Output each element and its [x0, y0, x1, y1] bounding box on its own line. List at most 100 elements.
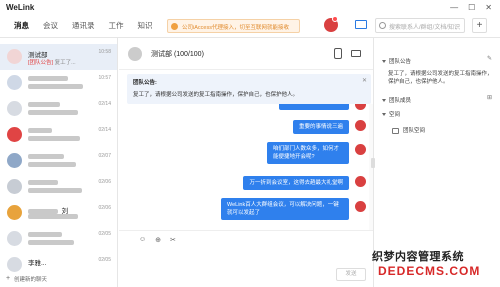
avatar [7, 49, 22, 64]
chat-title: 测试部 (100/100) [151, 51, 204, 58]
screen-share-icon[interactable] [355, 20, 367, 29]
avatar [7, 127, 22, 142]
list-item[interactable]: 10:57 [0, 70, 117, 96]
message-list: 重要的事情说三遍 咱们部门人数众多，如何才能便捷地开会呢? 万一折到会议室，这得… [119, 104, 373, 230]
title-bar: WeLink — ☐ ✕ [0, 0, 500, 14]
conversation-name [28, 231, 62, 238]
tab-contacts[interactable]: 通讯录 [72, 20, 95, 31]
conversation-time: 02/14 [98, 101, 111, 107]
conversation-time: 10:57 [98, 75, 111, 81]
window-controls: — ☐ ✕ [450, 3, 492, 12]
message-bubble[interactable]: 重要的事情说三遍 [292, 120, 349, 134]
conversation-preview [28, 110, 78, 116]
conversation-time: 02/06 [98, 205, 111, 211]
search-icon [379, 22, 386, 29]
avatar [7, 205, 22, 220]
message-bubble[interactable]: 咱们部门人数众多，如何才能便捷地开会呢? [267, 142, 349, 164]
section-members[interactable]: 团队成员 [382, 96, 411, 104]
phone-icon[interactable] [334, 48, 342, 59]
panel-collapse-handle[interactable] [371, 158, 375, 168]
avatar [7, 257, 22, 272]
section-announcement[interactable]: 团队公告 [382, 57, 411, 65]
conversation-name: 李雅... [28, 260, 47, 267]
announcement-content: 复工了，请根据公司发送的复工指南操作，保护自己，也保护他人。 [388, 71, 493, 85]
list-item[interactable]: 02/14 [0, 122, 117, 148]
avatar [355, 176, 366, 187]
tab-knowledge[interactable]: 知识 [138, 20, 153, 31]
add-button[interactable]: + [472, 18, 487, 33]
search-input[interactable]: 搜索联系人/群组/文档/知识 [375, 18, 465, 33]
close-button[interactable]: ✕ [485, 3, 492, 12]
list-item[interactable]: _刘 02/06 [0, 200, 117, 226]
message-composer[interactable]: ☺ ⊕ ✂ 发送 [119, 230, 373, 287]
conversation-name [28, 179, 58, 186]
video-icon[interactable] [351, 50, 361, 57]
team-space-item[interactable]: 团队空间 [392, 126, 425, 134]
list-item[interactable]: 测试部 [团队公告] 复工了... 10:58 [0, 44, 117, 70]
notice-banner[interactable]: 公司iAccess代理接入，切至互联网就能接收 [167, 19, 300, 33]
announcement-banner[interactable]: 团队公告: 复工了，请根据公司发送的复工指南操作，保护自己，也保护他人。 ✕ [127, 74, 371, 104]
add-member-icon[interactable]: ⊞ [487, 94, 492, 101]
watermark-text-cn: 织梦内容管理系统 [372, 251, 464, 263]
avatar [7, 75, 22, 90]
conversation-name [28, 127, 52, 134]
list-item[interactable]: 李雅... 02/05 [0, 252, 117, 272]
avatar [7, 101, 22, 116]
main-tabs: 消息 会议 通讯录 工作 知识 [14, 20, 153, 31]
tab-messages[interactable]: 消息 [14, 20, 29, 31]
send-button[interactable]: 发送 [336, 268, 366, 281]
edit-icon[interactable]: ✎ [487, 55, 492, 62]
attach-icon[interactable]: ⊕ [155, 236, 161, 244]
conversation-preview [28, 214, 78, 220]
section-space[interactable]: 空间 [382, 110, 400, 118]
announcement-text: 复工了，请根据公司发送的复工指南操作，保护自己，也保护他人。 [133, 92, 299, 98]
conversation-name [28, 153, 64, 160]
conversation-name [28, 75, 68, 82]
announcement-title: 团队公告: [133, 80, 157, 86]
search-placeholder: 搜索联系人/群组/文档/知识 [389, 25, 461, 31]
notice-text: 公司iAccess代理接入，切至互联网就能接收 [182, 25, 289, 31]
maximize-button[interactable]: ☐ [468, 3, 475, 12]
minimize-button[interactable]: — [450, 3, 458, 12]
message-bubble[interactable]: 万一折到会议室，这得去趟最大礼堂啊 [243, 176, 349, 190]
info-icon [171, 23, 178, 30]
tab-work[interactable]: 工作 [109, 20, 124, 31]
conversation-time: 02/14 [98, 127, 111, 133]
conversation-time: 02/05 [98, 257, 111, 263]
avatar [7, 231, 22, 246]
avatar [7, 153, 22, 168]
notification-badge [332, 16, 338, 22]
conversation-preview [28, 188, 82, 194]
create-chat-label: 创建新的聊天 [14, 277, 48, 283]
list-item[interactable]: 02/14 [0, 96, 117, 122]
avatar [128, 47, 142, 61]
chat-header: 测试部 (100/100) [119, 38, 373, 70]
avatar [7, 179, 22, 194]
close-icon[interactable]: ✕ [362, 77, 367, 84]
watermark-text-en: DEDECMS.COM [378, 264, 481, 278]
conversation-preview [28, 136, 80, 142]
conversation-preview [28, 240, 74, 246]
composer-toolbar: ☺ ⊕ ✂ [139, 236, 176, 244]
conversation-preview: [团队公告] 复工了... [28, 60, 76, 66]
conversation-list: 测试部 [团队公告] 复工了... 10:58 10:57 02/14 02/1… [0, 38, 118, 287]
plus-icon: + [6, 275, 11, 282]
folder-icon [392, 127, 399, 134]
conversation-name [28, 101, 60, 108]
message-bubble[interactable]: WeLink百人大群组会议，可以解决问题，一键就可以发起了 [221, 198, 349, 220]
create-chat-button[interactable]: + 创建新的聊天 [0, 275, 117, 287]
emoji-icon[interactable]: ☺ [139, 236, 146, 244]
avatar [355, 120, 366, 131]
list-item[interactable]: 02/05 [0, 226, 117, 252]
message-bubble[interactable] [279, 104, 349, 110]
conversation-preview [28, 84, 83, 90]
conversation-time: 02/06 [98, 179, 111, 185]
app-title: WeLink [6, 2, 35, 12]
conversation-time: 10:58 [98, 49, 111, 55]
avatar [355, 201, 366, 212]
list-item[interactable]: 02/06 [0, 174, 117, 200]
screenshot-icon[interactable]: ✂ [170, 236, 176, 244]
list-item[interactable]: 02/07 [0, 148, 117, 174]
avatar [355, 104, 366, 110]
tab-meetings[interactable]: 会议 [43, 20, 58, 31]
